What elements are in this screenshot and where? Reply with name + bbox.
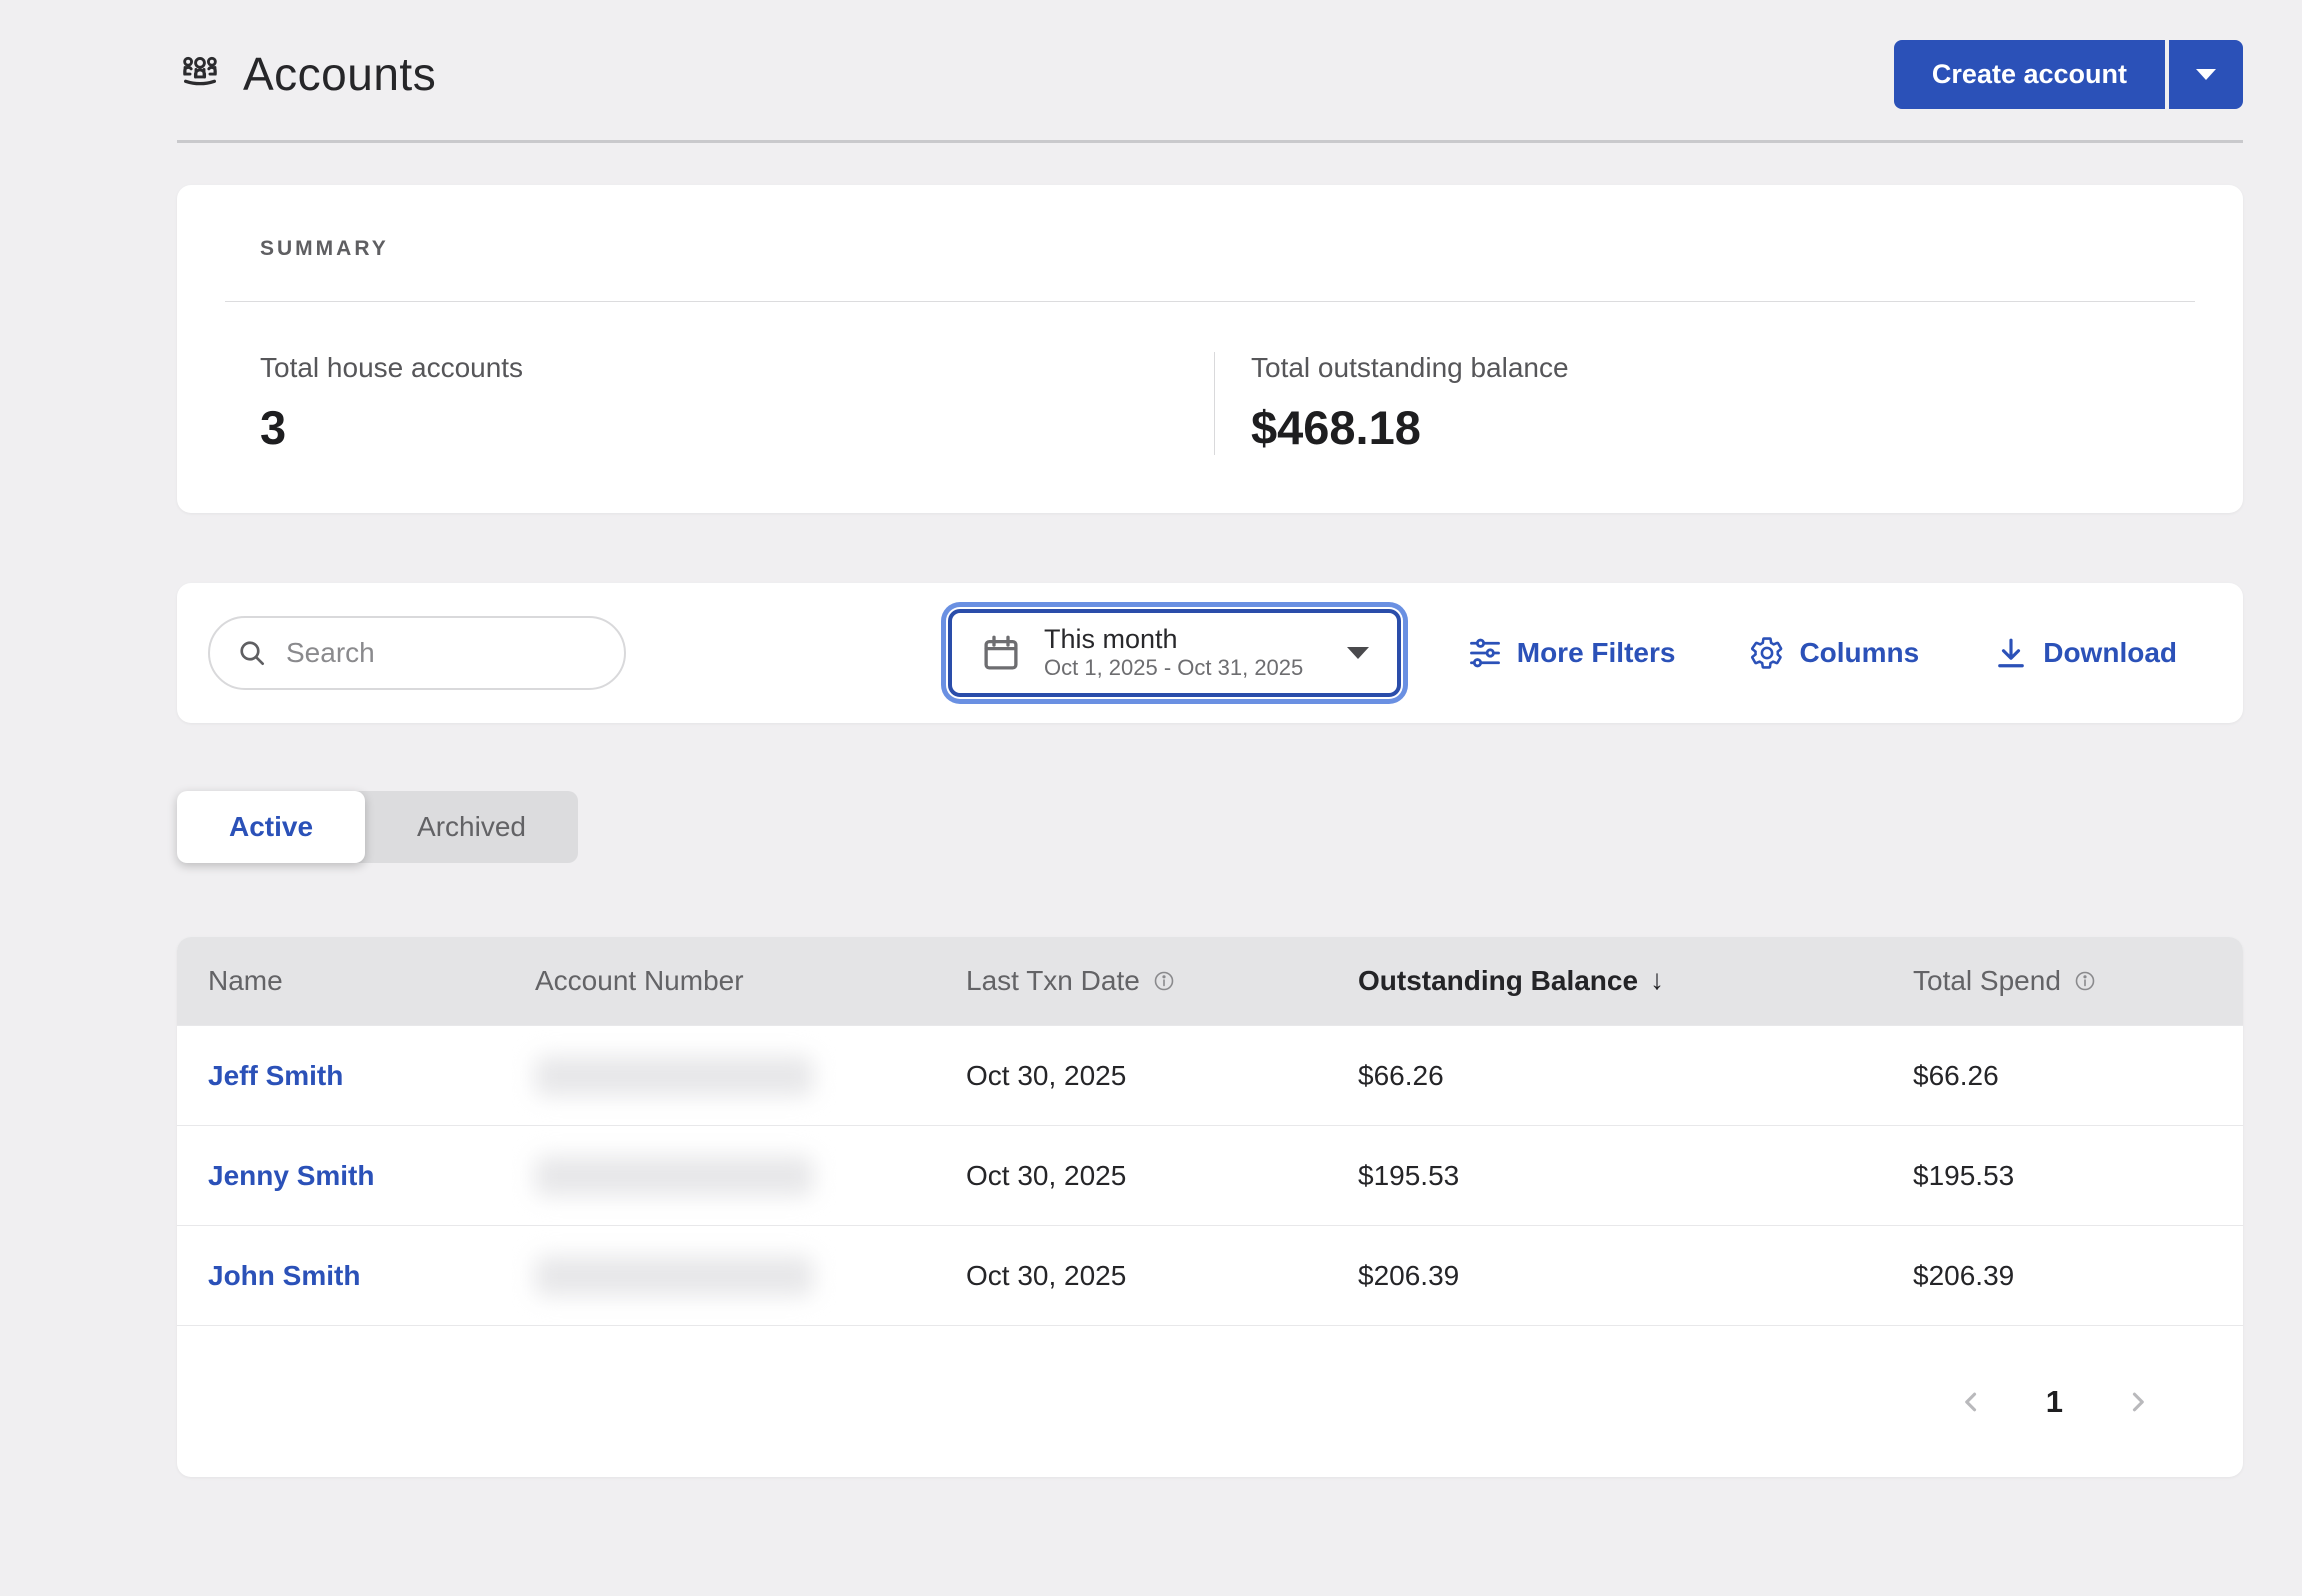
search-box	[208, 616, 626, 690]
metric-label: Total outstanding balance	[1251, 352, 2243, 384]
page-title: Accounts	[243, 47, 436, 101]
total-spend: $66.26	[1913, 1060, 1999, 1092]
column-header-last-txn-date[interactable]: Last Txn Date	[935, 965, 1327, 997]
people-group-icon	[177, 51, 223, 97]
last-txn-date: Oct 30, 2025	[966, 1260, 1126, 1292]
tab-active[interactable]: Active	[177, 791, 365, 863]
download-button[interactable]: Download	[1993, 635, 2177, 671]
outstanding-balance: $195.53	[1358, 1160, 1459, 1192]
header-divider	[177, 140, 2243, 143]
last-txn-date: Oct 30, 2025	[966, 1060, 1126, 1092]
metric-total-outstanding-balance: Total outstanding balance $468.18	[1214, 352, 2243, 455]
table-row: Jeff Smith Oct 30, 2025 $66.26 $66.26	[177, 1025, 2243, 1125]
outstanding-balance: $66.26	[1358, 1060, 1444, 1092]
date-range-texts: This month Oct 1, 2025 - Oct 31, 2025	[1044, 624, 1303, 681]
sliders-icon	[1467, 635, 1503, 671]
date-range-value: Oct 1, 2025 - Oct 31, 2025	[1044, 655, 1303, 681]
metric-label: Total house accounts	[260, 352, 1214, 384]
last-txn-date: Oct 30, 2025	[966, 1160, 1126, 1192]
outstanding-balance: $206.39	[1358, 1260, 1459, 1292]
more-filters-label: More Filters	[1517, 637, 1676, 669]
download-icon	[1993, 635, 2029, 671]
column-header-outstanding-balance[interactable]: Outstanding Balance ↓	[1327, 964, 1882, 998]
account-name-link[interactable]: John Smith	[208, 1260, 360, 1292]
column-header-total-spend[interactable]: Total Spend	[1882, 965, 2243, 997]
metric-value: 3	[260, 400, 1214, 455]
table-row: John Smith Oct 30, 2025 $206.39 $206.39	[177, 1225, 2243, 1325]
current-page-number: 1	[2046, 1384, 2063, 1420]
info-icon[interactable]	[2073, 969, 2097, 993]
status-tabs: Active Archived	[177, 791, 578, 863]
columns-button[interactable]: Columns	[1749, 635, 1919, 671]
tab-archived[interactable]: Archived	[365, 791, 578, 863]
summary-metrics: Total house accounts 3 Total outstanding…	[177, 352, 2243, 455]
prev-page-button[interactable]	[1954, 1385, 1988, 1419]
columns-label: Columns	[1799, 637, 1919, 669]
search-input[interactable]	[286, 637, 598, 669]
chevron-right-icon	[2121, 1385, 2155, 1419]
summary-divider	[225, 301, 2195, 302]
calendar-icon	[980, 632, 1022, 674]
create-account-dropdown-button[interactable]	[2169, 40, 2243, 109]
total-spend: $206.39	[1913, 1260, 2014, 1292]
account-number-redacted	[535, 1256, 813, 1296]
create-account-split-button: Create account	[1894, 40, 2243, 109]
next-page-button[interactable]	[2121, 1385, 2155, 1419]
magnifier-icon	[236, 637, 268, 669]
page-content: Accounts Create account SUMMARY Total ho…	[177, 38, 2243, 1477]
table-header-row: Name Account Number Last Txn Date Outsta…	[177, 937, 2243, 1025]
info-icon[interactable]	[1152, 969, 1176, 993]
more-filters-button[interactable]: More Filters	[1467, 635, 1676, 671]
create-account-button[interactable]: Create account	[1894, 40, 2165, 109]
column-header-account-number[interactable]: Account Number	[504, 965, 935, 997]
chevron-left-icon	[1954, 1385, 1988, 1419]
pagination: 1	[177, 1325, 2243, 1477]
date-range-picker[interactable]: This month Oct 1, 2025 - Oct 31, 2025	[948, 609, 1401, 697]
summary-card: SUMMARY Total house accounts 3 Total out…	[177, 185, 2243, 513]
page-header: Accounts Create account	[177, 38, 2243, 110]
total-spend: $195.53	[1913, 1160, 2014, 1192]
chevron-down-icon	[1347, 647, 1369, 659]
date-range-label: This month	[1044, 624, 1303, 655]
metric-total-house-accounts: Total house accounts 3	[177, 352, 1214, 455]
sort-desc-icon: ↓	[1650, 964, 1664, 998]
filter-actions: More Filters Columns Download	[1467, 635, 2177, 671]
column-header-name[interactable]: Name	[177, 965, 504, 997]
metric-value: $468.18	[1251, 400, 2243, 455]
account-name-link[interactable]: Jeff Smith	[208, 1060, 343, 1092]
accounts-table: Name Account Number Last Txn Date Outsta…	[177, 937, 2243, 1477]
account-name-link[interactable]: Jenny Smith	[208, 1160, 374, 1192]
gear-icon	[1749, 635, 1785, 671]
filter-bar: This month Oct 1, 2025 - Oct 31, 2025 Mo…	[177, 583, 2243, 723]
download-label: Download	[2043, 637, 2177, 669]
account-number-redacted	[535, 1056, 813, 1096]
chevron-down-icon	[2196, 69, 2216, 80]
summary-heading: SUMMARY	[260, 237, 2243, 261]
table-row: Jenny Smith Oct 30, 2025 $195.53 $195.53	[177, 1125, 2243, 1225]
account-number-redacted	[535, 1156, 813, 1196]
